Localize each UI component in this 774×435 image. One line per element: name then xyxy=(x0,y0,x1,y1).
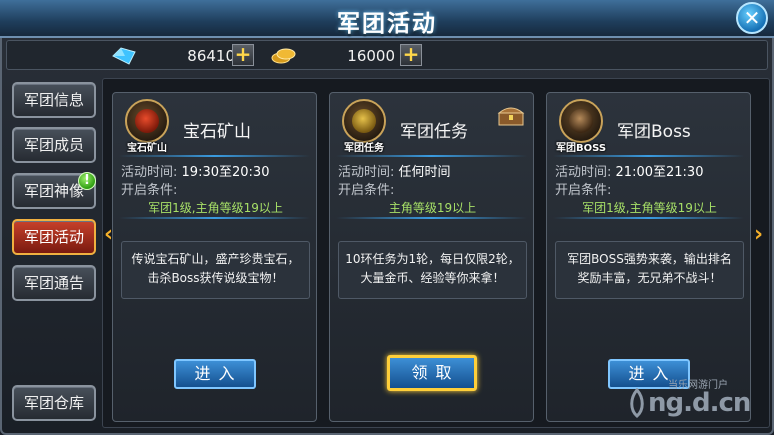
divider xyxy=(553,155,744,157)
sidebar-item-legion-info[interactable]: 军团信息 xyxy=(12,82,96,118)
add-gem-button[interactable]: + xyxy=(232,44,254,66)
card-title: 宝石矿山 xyxy=(183,122,251,142)
activity-description: 10环任务为1轮，每日仅限2轮，大量金币、经验等你来拿！ xyxy=(338,241,527,299)
sidebar-item-legion-activity[interactable]: 军团活动 xyxy=(12,219,96,255)
claim-button[interactable]: 领取 xyxy=(386,355,477,391)
watermark-logo-icon xyxy=(630,388,644,418)
title-bar: 军团活动 ✕ xyxy=(0,0,774,38)
legion-boss-emblem-icon: 军团BOSS xyxy=(555,97,607,154)
activity-card-gem-mine: 宝石矿山 宝石矿山 活动时间: 19:30至20:30 开启条件: 军团1级,主… xyxy=(112,92,317,422)
sidebar-item-legion-warehouse[interactable]: 军团仓库 xyxy=(12,385,96,421)
activity-card-legion-boss: 军团BOSS 军团Boss 活动时间: 21:00至21:30 开启条件: 军团… xyxy=(546,92,751,422)
treasure-chest-icon xyxy=(497,107,525,126)
gem-amount: 86410 xyxy=(187,47,235,65)
divider xyxy=(119,155,310,157)
watermark: 当乐网游门户 ng.d.cn xyxy=(626,374,766,426)
time-label: 活动时间: xyxy=(121,165,178,180)
emblem-label: 军团BOSS xyxy=(555,143,607,154)
gold-amount: 16000 xyxy=(347,47,395,65)
activity-description: 传说宝石矿山，盛产珍贵宝石，击杀Boss获传说级宝物！ xyxy=(121,241,310,299)
watermark-text: ng.d.cn xyxy=(648,388,751,418)
sidebar-item-legion-notice[interactable]: 军团通告 xyxy=(12,265,96,301)
legion-task-emblem-icon: 军团任务 xyxy=(338,97,390,154)
notification-badge: ! xyxy=(78,172,96,190)
divider xyxy=(553,217,744,219)
currency-bar: 86410 + 16000 + xyxy=(6,40,768,70)
condition-value: 军团1级,主角等级19以上 xyxy=(582,201,717,215)
activity-description: 军团BOSS强势来袭，输出排名奖励丰富，无兄弟不战斗！ xyxy=(555,241,744,299)
divider xyxy=(119,217,310,219)
time-value: 任何时间 xyxy=(398,165,451,180)
condition-label: 开启条件: xyxy=(555,183,612,198)
divider xyxy=(336,217,527,219)
sidebar-item-legion-members[interactable]: 军团成员 xyxy=(12,127,96,163)
time-value: 21:00至21:30 xyxy=(615,165,704,180)
card-title: 军团任务 xyxy=(400,122,468,142)
emblem-label: 军团任务 xyxy=(344,143,384,154)
add-gold-button[interactable]: + xyxy=(400,44,422,66)
window-title: 军团活动 xyxy=(337,11,437,37)
condition-value: 主角等级19以上 xyxy=(388,201,477,215)
gem-mine-emblem-icon: 宝石矿山 xyxy=(121,97,173,154)
condition-label: 开启条件: xyxy=(338,183,395,198)
enter-button[interactable]: 进入 xyxy=(173,359,256,389)
close-button[interactable]: ✕ xyxy=(736,2,768,34)
divider xyxy=(336,155,527,157)
activity-card-legion-task: 军团任务 军团任务 活动时间: 任何时间 开启条件: 主角等级19以上 10环任… xyxy=(329,92,534,422)
card-title: 军团Boss xyxy=(617,122,691,142)
condition-value: 军团1级,主角等级19以上 xyxy=(148,201,283,215)
time-label: 活动时间: xyxy=(338,165,395,180)
time-label: 活动时间: xyxy=(555,165,612,180)
time-value: 19:30至20:30 xyxy=(181,165,270,180)
condition-label: 开启条件: xyxy=(121,183,178,198)
emblem-label: 宝石矿山 xyxy=(127,143,167,154)
next-arrow[interactable]: › xyxy=(754,222,763,247)
